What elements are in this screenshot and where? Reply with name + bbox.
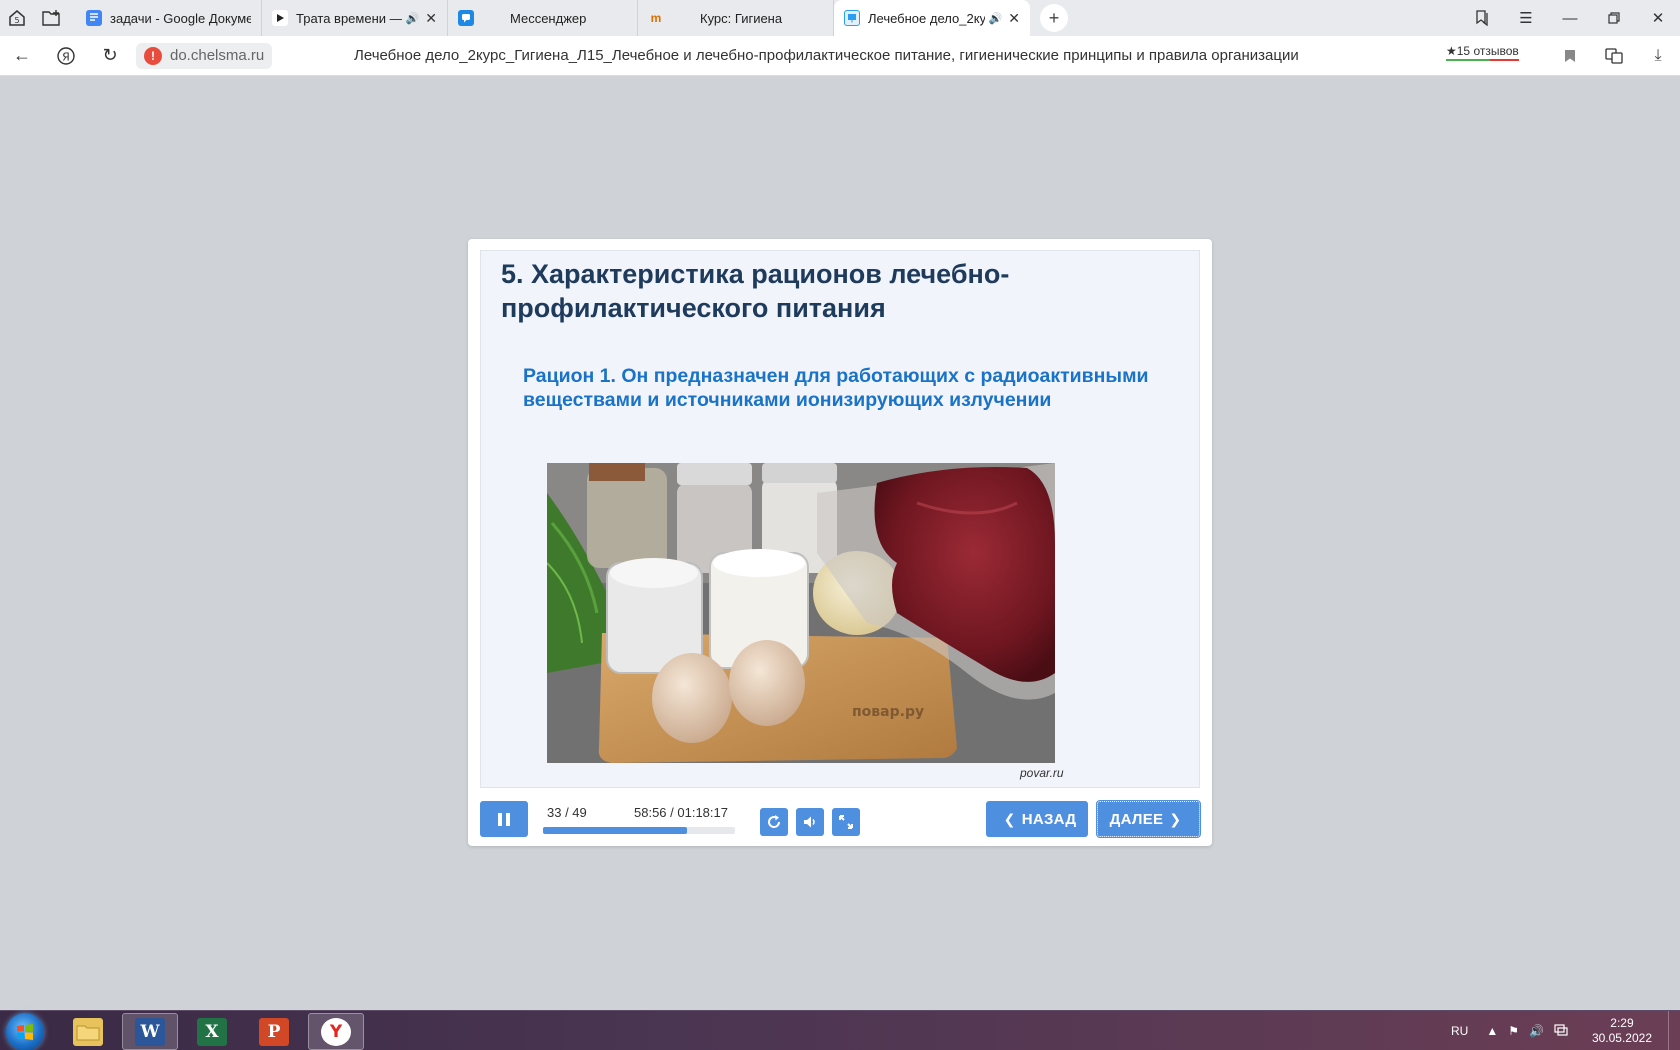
clock-time: 2:29 bbox=[1610, 1016, 1634, 1030]
slide-subtitle: Рацион 1. Он предназначен для работающих… bbox=[523, 365, 1149, 411]
bookmarks-icon[interactable] bbox=[1460, 0, 1504, 36]
tab-course[interactable]: m Курс: Гигиена bbox=[638, 0, 834, 36]
translate-icon[interactable] bbox=[1592, 36, 1636, 76]
domain-text: do.chelsma.ru bbox=[170, 47, 265, 64]
slide-player: 5. Характеристика рационов лечебно-профи… bbox=[468, 239, 1212, 846]
replay-icon bbox=[768, 815, 781, 828]
close-tab-icon[interactable]: ✕ bbox=[425, 10, 437, 27]
tab-messenger[interactable]: Мессенджер bbox=[448, 0, 638, 36]
next-label: ДАЛЕЕ bbox=[1109, 810, 1164, 828]
start-button[interactable] bbox=[6, 1013, 44, 1050]
slide-counter: 33 / 49 bbox=[547, 805, 587, 820]
taskbar-yandex-browser[interactable]: Y bbox=[308, 1013, 364, 1050]
svg-text:5: 5 bbox=[14, 16, 19, 25]
taskbar-excel[interactable]: X bbox=[184, 1013, 240, 1050]
back-button[interactable]: ❮ НАЗАД bbox=[986, 801, 1088, 837]
pause-button[interactable] bbox=[480, 801, 528, 837]
new-folder-icon[interactable] bbox=[34, 0, 68, 36]
reviews-badge[interactable]: ★15 отзывов bbox=[1446, 44, 1519, 61]
tab-google-docs[interactable]: задачи - Google Документ bbox=[76, 0, 262, 36]
home-icon[interactable]: 5 bbox=[0, 0, 34, 36]
back-label: НАЗАД bbox=[1021, 810, 1077, 828]
playback-time: 58:56 / 01:18:17 bbox=[634, 805, 728, 820]
presentation-icon bbox=[844, 10, 860, 26]
pause-icon bbox=[506, 812, 510, 826]
back-icon[interactable]: ← bbox=[0, 36, 44, 76]
chevron-right-icon: ❯ bbox=[1169, 810, 1182, 827]
tab-spacer bbox=[68, 0, 76, 36]
system-tray: RU ▲ ⚑ 🔊 2:29 30.05.2022 bbox=[1451, 1011, 1680, 1050]
pause-icon bbox=[498, 812, 502, 826]
google-docs-icon bbox=[86, 10, 102, 26]
chevron-left-icon: ❮ bbox=[1003, 810, 1016, 827]
folder-icon bbox=[73, 1017, 103, 1046]
windows-taskbar: W X P Y RU ▲ ⚑ 🔊 2:29 30.05.2022 bbox=[0, 1010, 1680, 1050]
restore-icon[interactable] bbox=[1592, 0, 1636, 36]
url-field[interactable]: ! do.chelsma.ru bbox=[136, 42, 273, 69]
windows-logo-icon bbox=[17, 1024, 33, 1040]
powerpoint-icon: P bbox=[259, 1017, 289, 1046]
fullscreen-icon bbox=[839, 815, 853, 829]
tab-title: Мессенджер bbox=[510, 10, 587, 26]
progress-bar[interactable] bbox=[543, 827, 735, 834]
fullscreen-button[interactable] bbox=[832, 808, 860, 836]
system-clock[interactable]: 2:29 30.05.2022 bbox=[1592, 1016, 1652, 1046]
language-indicator[interactable]: RU bbox=[1451, 1024, 1468, 1038]
play-icon bbox=[272, 10, 288, 26]
bookmark-icon[interactable] bbox=[1548, 36, 1592, 76]
tab-title: Курс: Гигиена bbox=[700, 10, 783, 26]
progress-fill bbox=[543, 827, 687, 834]
close-window-icon[interactable]: ✕ bbox=[1636, 0, 1680, 36]
network-icon[interactable] bbox=[1554, 1023, 1568, 1039]
action-center-flag-icon[interactable]: ⚑ bbox=[1508, 1024, 1519, 1038]
clock-date: 30.05.2022 bbox=[1591, 1031, 1652, 1045]
address-bar: ← Я ↻ ! do.chelsma.ru Лечебное дело_2кур… bbox=[0, 36, 1680, 76]
address-bar-actions: ⤓ bbox=[1548, 36, 1680, 76]
yandex-browser-icon: Y bbox=[321, 1017, 351, 1046]
browser-tab-bar: 5 задачи - Google Документ Трата времени… bbox=[0, 0, 1680, 36]
volume-tray-icon[interactable]: 🔊 bbox=[1529, 1024, 1544, 1038]
tab-title: Трата времени — Скачивать bbox=[296, 10, 402, 26]
volume-icon bbox=[804, 816, 815, 828]
yandex-icon[interactable]: Я bbox=[44, 36, 88, 76]
reload-icon[interactable]: ↻ bbox=[88, 36, 132, 76]
messenger-icon bbox=[458, 10, 474, 26]
audio-icon[interactable]: 🔊 bbox=[406, 12, 420, 25]
image-watermark: повар.ру bbox=[852, 704, 924, 720]
taskbar-powerpoint[interactable]: P bbox=[246, 1013, 302, 1050]
download-icon[interactable]: ⤓ bbox=[1636, 36, 1680, 76]
page-title[interactable]: Лечебное дело_2курс_Гигиена_Л15_Лечебное… bbox=[354, 36, 1299, 76]
show-desktop-button[interactable] bbox=[1668, 1011, 1680, 1050]
tab-title: задачи - Google Документ bbox=[110, 10, 251, 26]
tab-title: Лечебное дело_2курс bbox=[868, 10, 985, 26]
image-credit: povar.ru bbox=[1020, 766, 1064, 780]
player-controls: 33 / 49 58:56 / 01:18:17 ❮ НАЗАД ДАЛЕЕ ❯ bbox=[480, 800, 1201, 838]
replay-button[interactable] bbox=[760, 808, 788, 836]
taskbar-word[interactable]: W bbox=[122, 1013, 178, 1050]
svg-text:Я: Я bbox=[62, 50, 70, 63]
food-photo: повар.ру bbox=[547, 463, 1055, 763]
tray-expand-icon[interactable]: ▲ bbox=[1486, 1024, 1498, 1038]
new-tab-button[interactable]: + bbox=[1040, 4, 1068, 32]
volume-button[interactable] bbox=[796, 808, 824, 836]
next-button[interactable]: ДАЛЕЕ ❯ bbox=[1096, 800, 1201, 838]
excel-icon: X bbox=[197, 1017, 227, 1046]
minimize-icon[interactable]: — bbox=[1548, 0, 1592, 36]
audio-icon[interactable]: 🔊 bbox=[989, 12, 1003, 25]
taskbar-explorer[interactable] bbox=[60, 1013, 116, 1050]
word-icon: W bbox=[135, 1017, 165, 1046]
tab-video[interactable]: Трата времени — Скачивать 🔊 ✕ bbox=[262, 0, 448, 36]
warning-icon[interactable]: ! bbox=[144, 46, 162, 65]
close-tab-icon[interactable]: ✕ bbox=[1008, 10, 1020, 27]
menu-icon[interactable]: ☰ bbox=[1504, 0, 1548, 36]
slide-content: 5. Характеристика рационов лечебно-профи… bbox=[480, 250, 1200, 788]
tab-active-lecture[interactable]: Лечебное дело_2курс 🔊 ✕ bbox=[834, 0, 1030, 36]
window-controls: ☰ — ✕ bbox=[1460, 0, 1680, 36]
slide-title: 5. Характеристика рационов лечебно-профи… bbox=[501, 259, 1010, 323]
moodle-icon: m bbox=[650, 11, 662, 25]
